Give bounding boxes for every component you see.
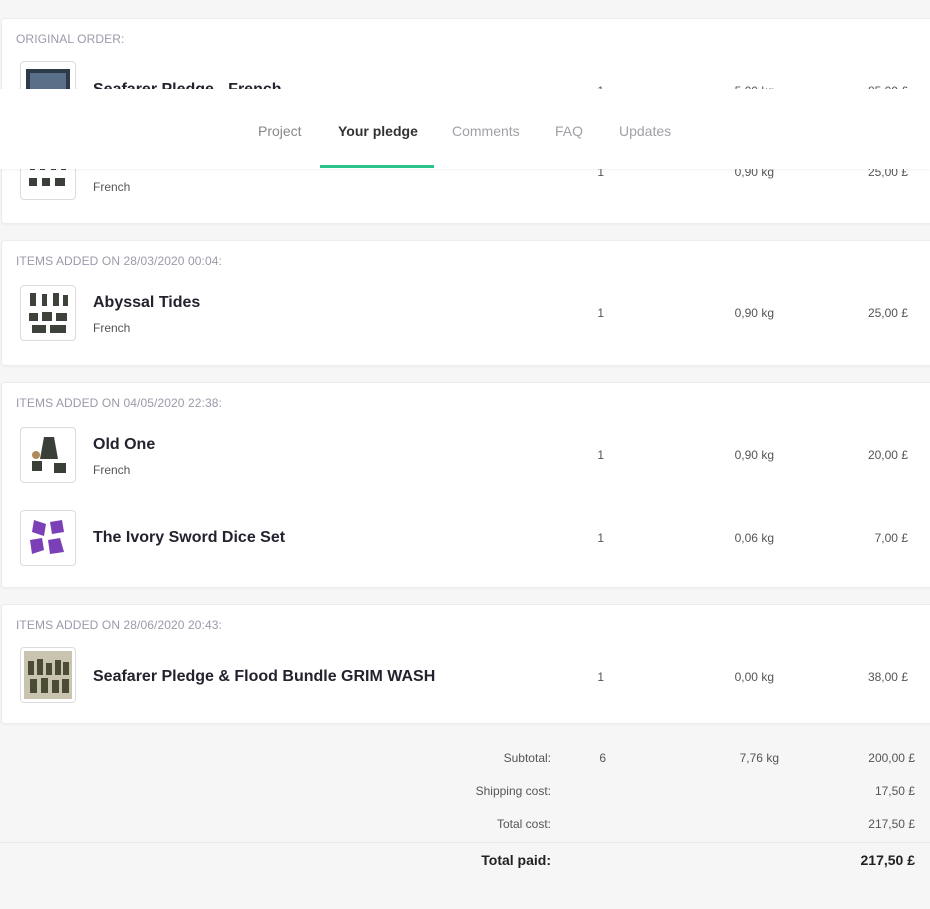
tab-project[interactable]: Project [258, 123, 302, 139]
order-item-row: Abyssal Tides French 1 0,90 kg 25,00 £ [2, 285, 930, 343]
item-price: 38,00 £ [867, 670, 908, 684]
item-qty: 1 [597, 448, 604, 462]
total-paid-label: Total paid: [481, 852, 551, 868]
item-qty: 1 [597, 670, 604, 684]
active-tab-indicator [320, 165, 434, 168]
item-weight: 0,06 kg [734, 531, 774, 545]
order-item-row: Old One French 1 0,90 kg 20,00 £ [2, 427, 930, 485]
item-weight: 0,90 kg [734, 448, 774, 462]
total-cost-price: 217,50 £ [868, 817, 915, 831]
section-label: ITEMS ADDED ON 28/06/2020 20:43: [16, 618, 222, 632]
item-name: The Ivory Sword Dice Set [93, 529, 286, 546]
total-cost-label: Total cost: [496, 817, 551, 831]
order-item-row: The Ivory Sword Dice Set 1 0,06 kg 7,00 … [2, 510, 930, 568]
subtotal-weight: 7,76 kg [739, 751, 779, 765]
added-items-card: ITEMS ADDED ON 28/06/2020 20:43: Seafare… [1, 604, 930, 724]
miniatures-icon [20, 285, 76, 341]
item-weight: 0,00 kg [734, 670, 774, 684]
item-name: Abyssal Tides [93, 294, 201, 311]
item-price: 20,00 £ [867, 448, 908, 462]
item-price: 25,00 £ [867, 306, 908, 320]
section-label: ORIGINAL ORDER: [16, 32, 125, 46]
section-label: ITEMS ADDED ON 28/03/2020 00:04: [16, 254, 222, 268]
dice-icon [20, 510, 76, 566]
shipping-label: Shipping cost: [475, 784, 551, 798]
tab-your-pledge[interactable]: Your pledge [338, 123, 418, 139]
item-variant: French [93, 321, 131, 335]
tab-updates[interactable]: Updates [619, 123, 671, 139]
total-paid-price: 217,50 £ [860, 852, 916, 868]
shipping-price: 17,50 £ [874, 784, 915, 798]
tab-comments[interactable]: Comments [452, 123, 520, 139]
monster-miniature-icon [20, 427, 76, 483]
subtotal-label: Subtotal: [503, 751, 551, 765]
item-weight: 0,90 kg [734, 306, 774, 320]
order-item-row: Seafarer Pledge & Flood Bundle GRIM WASH… [2, 647, 930, 705]
item-qty: 1 [597, 531, 604, 545]
item-price: 7,00 £ [874, 531, 908, 545]
subtotal-price: 200,00 £ [868, 751, 915, 765]
pledge-tabs-nav: Project Your pledge Comments FAQ Updates [0, 89, 930, 169]
item-variant: French [93, 180, 131, 194]
item-variant: French [93, 463, 131, 477]
painted-miniatures-icon [20, 647, 76, 703]
added-items-card: ITEMS ADDED ON 28/03/2020 00:04: Abyssal… [1, 240, 930, 366]
divider [0, 842, 930, 843]
tab-faq[interactable]: FAQ [555, 123, 583, 139]
added-items-card: ITEMS ADDED ON 04/05/2020 22:38: Old One… [1, 382, 930, 588]
section-label: ITEMS ADDED ON 04/05/2020 22:38: [16, 396, 222, 410]
subtotal-qty: 6 [599, 751, 606, 765]
item-name: Seafarer Pledge & Flood Bundle GRIM WASH [93, 668, 436, 685]
item-qty: 1 [597, 306, 604, 320]
item-name: Old One [93, 436, 156, 453]
